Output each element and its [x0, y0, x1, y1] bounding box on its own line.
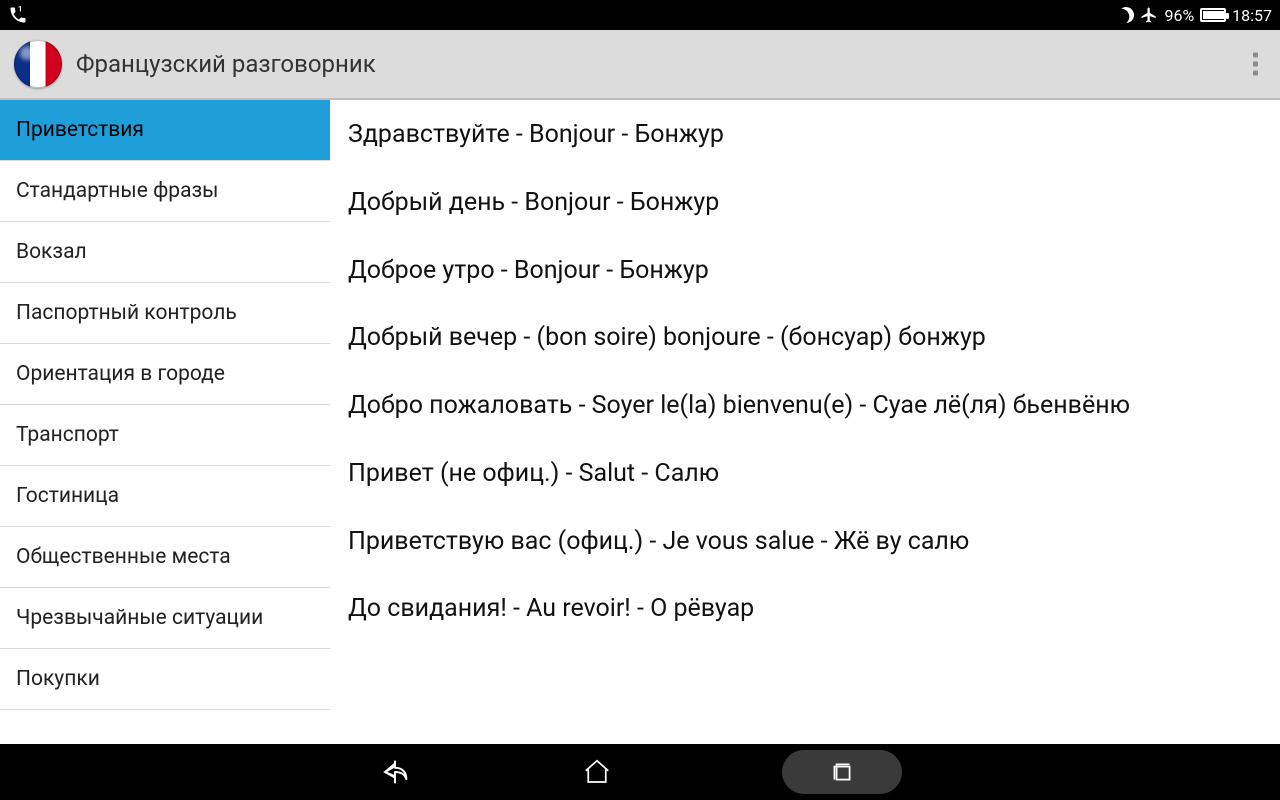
call-indicator-icon: 1 [8, 5, 28, 25]
home-button[interactable] [582, 757, 612, 787]
sidebar-item-8[interactable]: Чрезвычайные ситуации [0, 588, 330, 649]
airplane-mode-icon [1140, 6, 1158, 24]
phrase-list[interactable]: Здравствуйте - Bonjour - Бонжур Добрый де… [330, 100, 1280, 744]
sidebar-item-9[interactable]: Покупки [0, 649, 330, 710]
status-right: 96% 18:57 [1118, 6, 1272, 25]
phrase-item[interactable]: Добрый день - Bonjour - Бонжур [348, 186, 1262, 220]
phrase-item[interactable]: Здравствуйте - Bonjour - Бонжур [348, 118, 1262, 152]
phrase-item[interactable]: Приветствую вас (офиц.) - Je vous salue … [348, 525, 1262, 559]
phrase-item[interactable]: Доброе утро - Bonjour - Бонжур [348, 254, 1262, 288]
clock: 18:57 [1232, 6, 1272, 25]
france-flag-icon [14, 40, 62, 88]
android-nav-bar [0, 744, 1280, 800]
svg-text:1: 1 [18, 5, 22, 14]
sidebar-item-0[interactable]: Приветствия [0, 100, 330, 161]
back-button[interactable] [378, 755, 412, 789]
battery-icon [1200, 8, 1226, 22]
phrase-item[interactable]: До свидания! - Au revoir! - О рёвуар [348, 592, 1262, 626]
sidebar-item-7[interactable]: Общественные места [0, 527, 330, 588]
sidebar[interactable]: ПриветствияСтандартные фразыВокзалПаспор… [0, 100, 330, 744]
recent-apps-button[interactable] [782, 750, 902, 794]
status-left: 1 [8, 5, 28, 25]
sidebar-item-1[interactable]: Стандартные фразы [0, 161, 330, 222]
overflow-menu-icon[interactable] [1245, 45, 1266, 84]
sidebar-item-4[interactable]: Ориентация в городе [0, 344, 330, 405]
phrase-item[interactable]: Привет (не офиц.) - Salut - Салю [348, 457, 1262, 491]
sidebar-item-5[interactable]: Транспорт [0, 405, 330, 466]
content: ПриветствияСтандартные фразыВокзалПаспор… [0, 100, 1280, 744]
battery-percentage: 96% [1164, 6, 1194, 25]
status-bar: 1 96% 18:57 [0, 0, 1280, 30]
do-not-disturb-icon [1116, 5, 1137, 26]
app-title: Французский разговорник [76, 50, 376, 78]
app-bar: Французский разговорник [0, 30, 1280, 100]
sidebar-item-6[interactable]: Гостиница [0, 466, 330, 527]
phrase-item[interactable]: Добрый вечер - (bon soire) bonjoure - (б… [348, 321, 1262, 355]
screen: 1 96% 18:57 Французский разговорник Прив… [0, 0, 1280, 800]
phrase-item[interactable]: Добро пожаловать - Soyer le(la) bienvenu… [348, 389, 1262, 423]
sidebar-item-3[interactable]: Паспортный контроль [0, 283, 330, 344]
sidebar-item-2[interactable]: Вокзал [0, 222, 330, 283]
